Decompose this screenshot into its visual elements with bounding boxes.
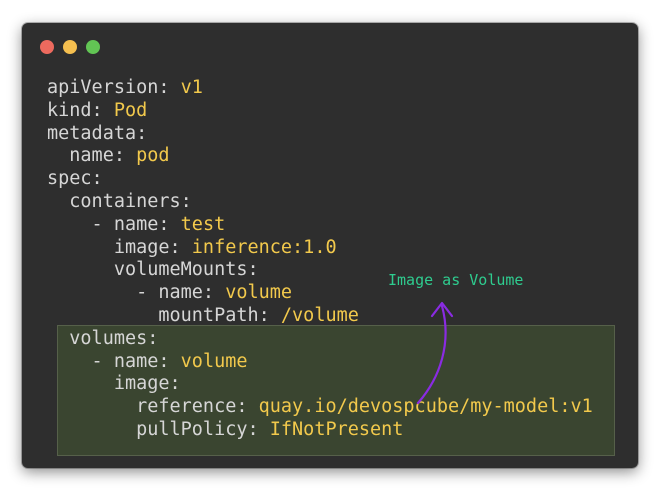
code-key: volumeMounts: — [47, 259, 259, 281]
code-line: kind: Pod — [47, 100, 593, 123]
code-line: mountPath: /volume — [47, 305, 593, 328]
code-key: - name: — [47, 350, 170, 372]
code-value: v1 — [180, 77, 203, 98]
code-line: volumes: — [47, 328, 593, 351]
code-key: - name: — [47, 282, 215, 304]
code-key: name: — [47, 145, 125, 167]
code-key: metadata: — [47, 122, 148, 144]
code-line: apiVersion: v1 — [47, 77, 593, 100]
code-line: image: inference:1.0 — [47, 237, 593, 260]
code-key: spec: — [47, 168, 103, 190]
image-as-volume-annotation: Image as Volume — [388, 271, 524, 289]
code-key: - name: — [47, 213, 170, 235]
code-line: containers: — [47, 191, 593, 214]
code-key: kind: — [47, 99, 103, 121]
close-window-button[interactable] — [40, 40, 54, 54]
code-value: pod — [136, 145, 170, 167]
code-key: containers: — [47, 190, 192, 212]
code-line: name: pod — [47, 145, 593, 168]
code-value: Pod — [113, 99, 148, 121]
terminal-window: apiVersion: v1 kind: Pod metadata: name: p… — [22, 23, 638, 468]
code-line: spec: — [47, 168, 593, 191]
code-key: pullPolicy: — [47, 418, 259, 440]
code-key: image: — [47, 236, 181, 258]
code-value: test — [180, 213, 226, 235]
code-value: quay.io/devospcube/my-model:v1 — [258, 396, 593, 418]
code-value: /volume — [280, 304, 359, 326]
code-value: volume — [225, 282, 293, 304]
code-value: volume — [180, 350, 248, 372]
code-key: apiVersion: — [47, 77, 170, 98]
code-line: reference: quay.io/devospcube/my-model:v… — [47, 396, 593, 419]
code-key: volumes: — [47, 327, 159, 349]
minimize-window-button[interactable] — [63, 40, 77, 54]
code-key: mountPath: — [47, 304, 270, 326]
code-line: - name: test — [47, 214, 593, 237]
code-key: image: — [47, 373, 181, 395]
code-line: - name: volume — [47, 351, 593, 374]
yaml-code-block: apiVersion: v1 kind: Pod metadata: name: p… — [47, 77, 593, 442]
code-value: inference:1.0 — [191, 236, 337, 258]
code-key: reference: — [47, 396, 248, 418]
code-line: image: — [47, 373, 593, 396]
code-value: IfNotPresent — [269, 418, 404, 440]
code-line: metadata: — [47, 123, 593, 146]
code-line: pullPolicy: IfNotPresent — [47, 419, 593, 442]
maximize-window-button[interactable] — [86, 40, 100, 54]
